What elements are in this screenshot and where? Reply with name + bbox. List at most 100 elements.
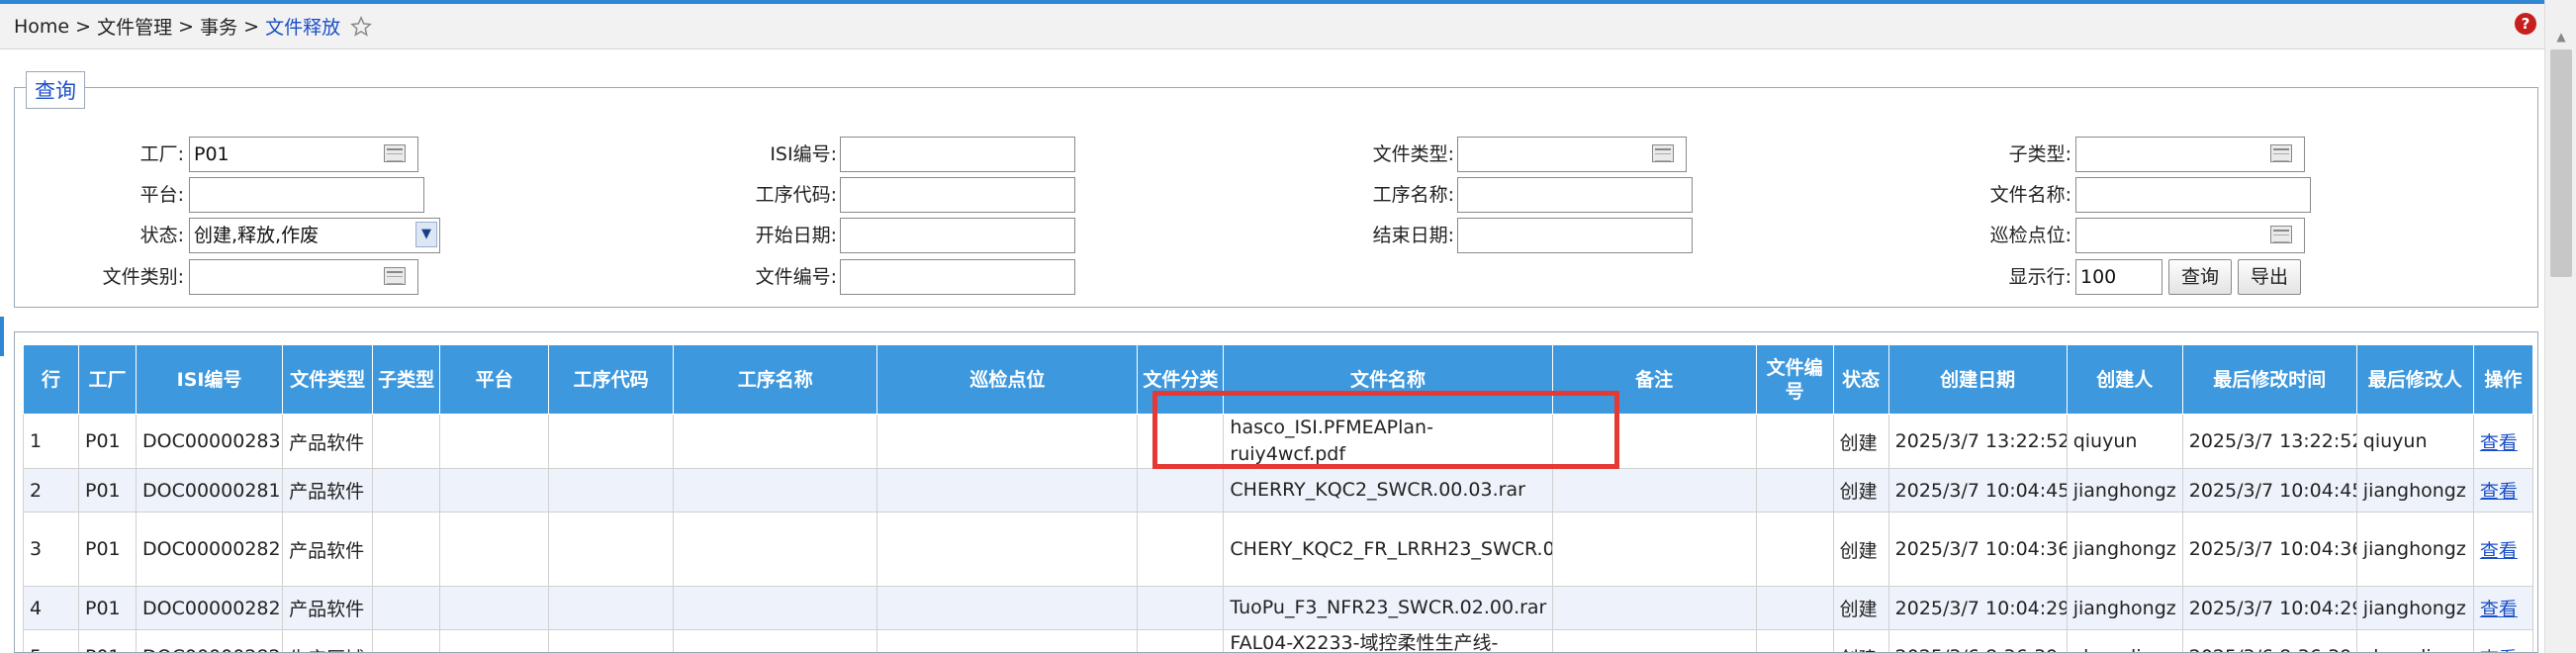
help-icon[interactable]: ?: [2515, 13, 2536, 35]
cell-col-file-category: [1137, 468, 1225, 513]
cell-col-created-date: 2025/3/7 10:04:36: [1887, 512, 2068, 587]
header-col-row[interactable]: 行: [22, 344, 80, 415]
cell-col-factory: P01: [78, 512, 138, 587]
cell-col-file-type: 产品软件: [282, 414, 374, 469]
breadcrumb: Home > 文件管理 > 事务 > 文件释放: [0, 4, 2544, 49]
file-number-field[interactable]: [840, 259, 1075, 295]
cell-col-process-code: [548, 414, 675, 469]
breadcrumb-separator: >: [237, 15, 266, 38]
breadcrumb-transactions[interactable]: 事务: [200, 13, 237, 40]
header-col-modifier[interactable]: 最后修改人: [2355, 344, 2474, 415]
cell-col-row: 2: [22, 468, 80, 513]
cell-col-factory: P01: [78, 468, 138, 513]
cell-col-action: 查看: [2472, 512, 2534, 587]
scroll-up-arrow-icon[interactable]: ▲: [2545, 30, 2576, 49]
header-col-process-name[interactable]: 工序名称: [673, 344, 878, 415]
isi-no-label: ISI编号:: [770, 143, 837, 165]
process-name-field[interactable]: [1457, 177, 1693, 213]
view-link[interactable]: 查看: [2480, 432, 2518, 454]
start-date-field[interactable]: [840, 218, 1075, 253]
file-name-label: 文件名称:: [1989, 184, 2071, 206]
cell-col-inspection-point: [876, 468, 1139, 513]
cell-col-sub-type: [372, 414, 441, 469]
header-col-file-number[interactable]: 文件编号: [1755, 344, 1834, 415]
cell-col-modifier: jianghongz: [2355, 468, 2474, 513]
cell-col-platform: [439, 586, 550, 630]
end-date-field[interactable]: [1457, 218, 1693, 253]
cell-col-process-name: [673, 414, 878, 469]
cell-col-isi-no: DOC000002833: [136, 414, 284, 469]
header-col-isi-no[interactable]: ISI编号: [136, 344, 284, 415]
end-date-label: 结束日期:: [1372, 225, 1454, 246]
cell-col-inspection-point: [876, 586, 1139, 630]
header-col-remark[interactable]: 备注: [1551, 344, 1757, 415]
status-dropdown-chevron-icon[interactable]: ▼: [415, 222, 437, 247]
header-col-modified-time[interactable]: 最后修改时间: [2181, 344, 2357, 415]
process-code-field[interactable]: [840, 177, 1075, 213]
scrollbar-thumb[interactable]: [2550, 49, 2572, 277]
status-select[interactable]: 创建,释放,作废: [189, 218, 440, 253]
cell-col-sub-type: [372, 468, 441, 513]
isi-no-field[interactable]: [840, 137, 1075, 172]
header-col-inspection-point[interactable]: 巡检点位: [876, 344, 1139, 415]
view-link[interactable]: 查看: [2480, 540, 2518, 562]
header-col-platform[interactable]: 平台: [439, 344, 550, 415]
platform-field[interactable]: [189, 177, 424, 213]
table-header-row: 行工厂 ISI编号 文件类型 子类型 平台 工序代码 工序名称 巡检点位 文件分类 文件名称 备注文…: [22, 344, 2534, 415]
file-name-field[interactable]: [2075, 177, 2311, 213]
inspection-point-label: 巡检点位:: [1989, 225, 2071, 246]
left-accent-bar: [0, 317, 4, 356]
cell-col-platform: [439, 629, 550, 652]
cell-col-isi-no: DOC000002823: [136, 586, 284, 630]
header-col-file-type[interactable]: 文件类型: [282, 344, 374, 415]
cell-col-file-name: FAL04-X2233-域控柔性生产线-OP01: [1223, 629, 1553, 652]
table-row[interactable]: 5P01DOC000002822生产区域 FAL04-X2233-域控柔性生产线-…: [22, 629, 2534, 653]
start-date-label: 开始日期:: [755, 225, 837, 246]
header-col-action[interactable]: 操作: [2472, 344, 2534, 415]
cell-col-file-number: [1755, 468, 1834, 513]
cell-col-remark: [1551, 586, 1757, 630]
results-table: 行工厂 ISI编号 文件类型 子类型 平台 工序代码 工序名称 巡检点位 文件分类 文件名称 备注文…: [22, 344, 2534, 653]
file-type-picker-icon[interactable]: [1652, 144, 1674, 162]
cell-col-status: 创建: [1832, 512, 1889, 587]
export-button[interactable]: 导出: [2238, 259, 2301, 295]
file-category-picker-icon[interactable]: [384, 267, 406, 285]
table-row[interactable]: 2 P01 DOC000002818 产品软件 CHERRY_KQC2_SWCR.00.…: [22, 468, 2534, 513]
table-row[interactable]: 3 P01 DOC000002821 产品软件 CHERY_KQC2_FR_LRRH23…: [22, 512, 2534, 587]
header-col-creator[interactable]: 创建人: [2066, 344, 2183, 415]
view-link[interactable]: 查看: [2480, 599, 2518, 620]
table-row[interactable]: 4 P01 DOC000002823 产品软件 TuoPu_F3_NFR23_SWCR.…: [22, 586, 2534, 630]
platform-label: 平台:: [139, 184, 184, 206]
inspection-point-picker-icon[interactable]: [2270, 226, 2292, 243]
sub-type-picker-icon[interactable]: [2270, 144, 2292, 162]
process-code-label: 工序代码:: [755, 184, 837, 206]
cell-col-file-name: CHERRY_KQC2_SWCR.00.03.rar: [1223, 468, 1553, 513]
cell-col-created-date: 2025/3/7 10:04:29: [1887, 586, 2068, 630]
breadcrumb-file-management[interactable]: 文件管理: [97, 13, 172, 40]
factory-picker-icon[interactable]: [384, 144, 406, 162]
cell-col-file-name: hasco_ISI.PFMEAPlan-ruiy4wcf.pdf: [1223, 414, 1553, 469]
favorite-star-icon[interactable]: [350, 15, 373, 38]
breadcrumb-home[interactable]: Home: [14, 16, 69, 38]
header-col-file-category[interactable]: 文件分类: [1137, 344, 1225, 415]
header-col-file-name[interactable]: 文件名称: [1223, 344, 1553, 415]
cell-col-file-type: 产品软件: [282, 512, 374, 587]
header-col-factory[interactable]: 工厂: [78, 344, 138, 415]
view-link[interactable]: 查看: [2480, 481, 2518, 503]
cell-col-isi-no: DOC000002822: [136, 629, 284, 652]
header-col-process-code[interactable]: 工序代码: [548, 344, 675, 415]
cell-col-creator: jianghongz: [2066, 468, 2183, 513]
sub-type-label: 子类型:: [2008, 143, 2071, 165]
table-row[interactable]: 1 P01 DOC000002833 产品软件 hasco_ISI.PFMEAPlan-…: [22, 414, 2534, 469]
view-link[interactable]: 查看: [2480, 648, 2518, 653]
header-col-created-date[interactable]: 创建日期: [1887, 344, 2068, 415]
vertical-scrollbar[interactable]: ▲: [2544, 0, 2576, 653]
display-rows-field[interactable]: 100: [2075, 259, 2162, 295]
cell-col-remark: [1551, 512, 1757, 587]
header-col-sub-type[interactable]: 子类型: [372, 344, 441, 415]
breadcrumb-separator: >: [69, 15, 98, 38]
cell-col-process-name: [673, 512, 878, 587]
header-col-status[interactable]: 状态: [1832, 344, 1889, 415]
cell-col-row: 4: [22, 586, 80, 630]
query-button[interactable]: 查询: [2168, 259, 2232, 295]
